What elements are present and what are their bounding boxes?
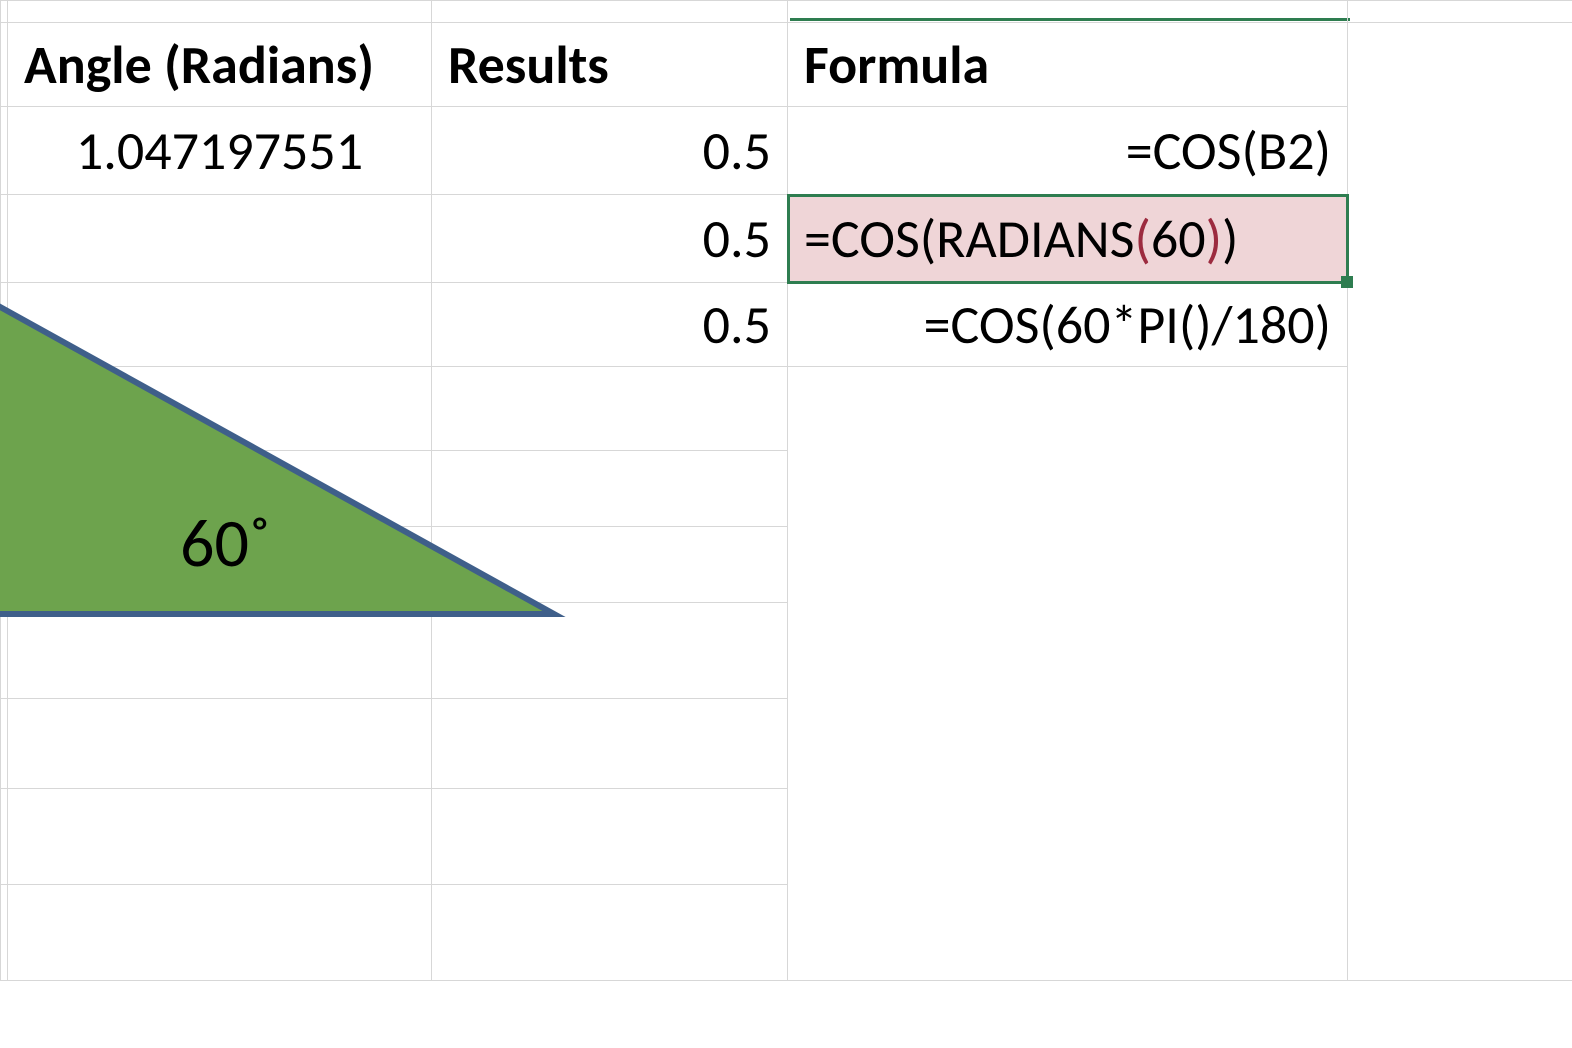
header-results[interactable]: Results (432, 23, 788, 107)
cell-blank[interactable] (1348, 1, 1572, 23)
cell-blank[interactable] (432, 699, 788, 789)
cell-blank[interactable] (432, 1, 788, 23)
cell-result-2[interactable]: 0.5 (432, 195, 788, 283)
cell-blank[interactable] (1, 195, 8, 283)
cell-blank[interactable] (1, 283, 8, 367)
cell-result-3[interactable]: 0.5 (432, 283, 788, 367)
cell-blank[interactable] (1, 1, 8, 23)
cell-blank[interactable] (432, 527, 788, 603)
cell-blank[interactable] (432, 451, 788, 527)
cell-blank[interactable] (788, 1, 1348, 23)
cell-formula-1[interactable]: =COS(B2) (788, 107, 1348, 195)
cell-blank[interactable] (1, 367, 8, 451)
cell-blank[interactable] (788, 367, 1348, 981)
cell-blank[interactable] (1, 107, 8, 195)
formula-rparen-inner: ) (1206, 206, 1222, 272)
cell-blank[interactable] (1, 603, 8, 699)
cell-blank[interactable] (1348, 23, 1572, 981)
cell-blank[interactable] (1, 699, 8, 789)
formula-prefix: =COS(RADIANS (804, 206, 1134, 272)
cell-blank[interactable] (8, 283, 432, 367)
cell-blank[interactable] (432, 603, 788, 699)
header-angle[interactable]: Angle (Radians) (8, 23, 432, 107)
cell-blank[interactable] (8, 603, 432, 699)
cell-blank[interactable] (8, 885, 432, 981)
formula-lparen: ( (1134, 206, 1150, 272)
cell-blank[interactable] (432, 789, 788, 885)
cell-blank[interactable] (1, 527, 8, 603)
cell-blank[interactable] (1, 789, 8, 885)
cell-angle-value[interactable]: 1.047197551 (8, 107, 432, 195)
cell-blank[interactable] (8, 195, 432, 283)
cell-blank[interactable] (1, 23, 8, 107)
formula-arg: 60 (1151, 206, 1206, 272)
cell-blank[interactable] (1, 885, 8, 981)
cell-blank[interactable] (1, 451, 8, 527)
cell-blank[interactable] (8, 1, 432, 23)
cell-blank[interactable] (8, 367, 432, 451)
cell-blank[interactable] (8, 789, 432, 885)
cell-blank[interactable] (8, 451, 432, 527)
cell-formula-2-active[interactable]: =COS(RADIANS(60)) (788, 195, 1348, 283)
spreadsheet-grid: Angle (Radians) Results Formula 1.047197… (0, 0, 1572, 981)
formula-rparen-outer: ) (1222, 206, 1238, 272)
cell-formula-3[interactable]: =COS(60*PI()/180) (788, 283, 1348, 367)
cell-blank[interactable] (432, 367, 788, 451)
cell-blank[interactable] (432, 885, 788, 981)
cell-blank[interactable] (8, 527, 432, 603)
cell-blank[interactable] (8, 699, 432, 789)
header-formula[interactable]: Formula (788, 23, 1348, 107)
cell-result-1[interactable]: 0.5 (432, 107, 788, 195)
